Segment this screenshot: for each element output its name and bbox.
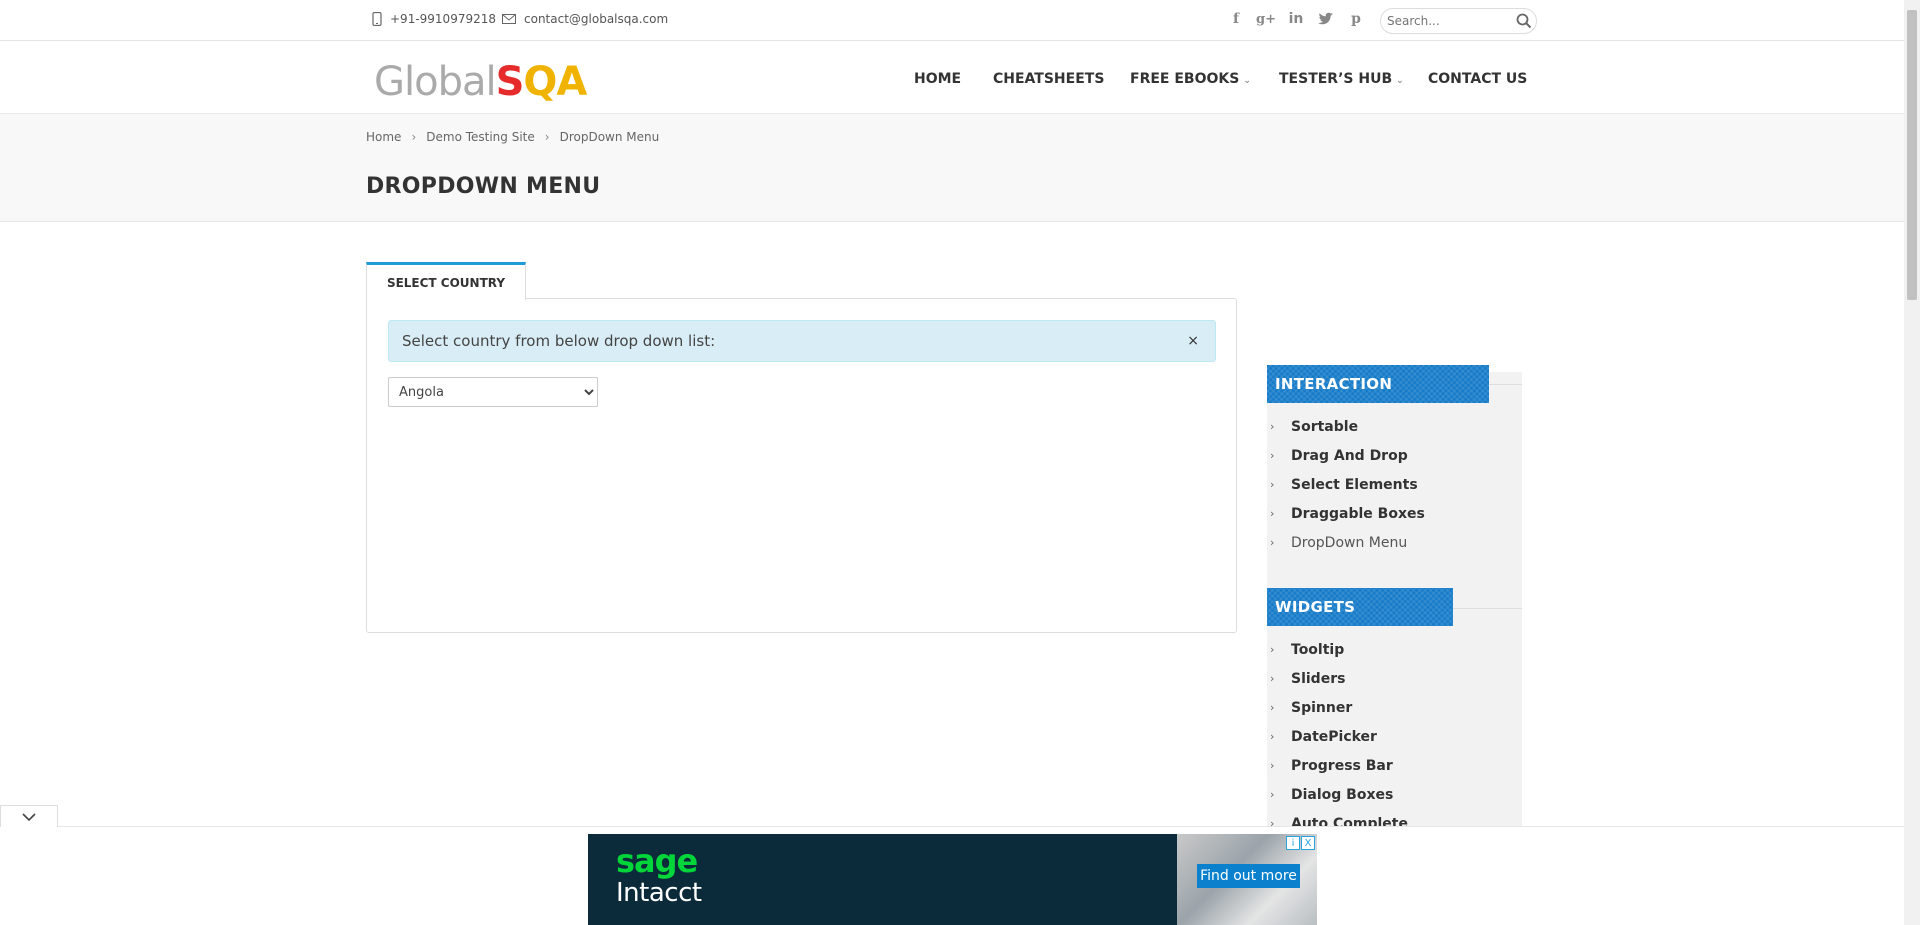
- sidebar-item-label: Drag And Drop: [1291, 447, 1408, 464]
- chevron-right-icon: ›: [1270, 730, 1275, 743]
- widget-title-widgets: WIDGETS: [1267, 588, 1453, 626]
- logo-global-text: Global: [374, 59, 497, 105]
- breadcrumb-separator: ›: [411, 130, 417, 144]
- sidebar-item-label: Dialog Boxes: [1291, 786, 1394, 803]
- nav-testers-hub[interactable]: TESTER’S HUB ⌄: [1279, 71, 1404, 87]
- chevron-right-icon: ›: [1270, 536, 1275, 549]
- nav-free-ebooks-label: FREE EBOOKS: [1130, 71, 1240, 87]
- email-contact[interactable]: contact@globalsqa.com: [502, 12, 668, 26]
- chevron-down-icon: [22, 812, 36, 821]
- chevron-right-icon: ›: [1270, 672, 1275, 685]
- sidebar-item-dialog-boxes[interactable]: › Dialog Boxes: [1270, 780, 1408, 809]
- sidebar-item-label: Sliders: [1291, 670, 1346, 687]
- sidebar-item-label: Select Elements: [1291, 476, 1418, 493]
- alert-text: Select country from below drop down list…: [402, 332, 716, 350]
- sidebar-item-label: Progress Bar: [1291, 757, 1393, 774]
- chevron-right-icon: ›: [1270, 701, 1275, 714]
- search-input[interactable]: [1387, 14, 1515, 28]
- linkedin-icon[interactable]: in: [1288, 10, 1304, 28]
- chevron-down-icon: ⌄: [1396, 76, 1404, 86]
- logo-qa-text: QA: [523, 59, 587, 105]
- sidebar-item-label: Draggable Boxes: [1291, 505, 1425, 522]
- nav-home[interactable]: HOME: [914, 71, 961, 87]
- top-bar: +91-9910979218 contact@globalsqa.com f g…: [0, 0, 1904, 41]
- interaction-list: › Sortable › Drag And Drop › Select Element…: [1270, 412, 1425, 557]
- ad-close-icon[interactable]: X: [1301, 836, 1315, 850]
- ad-info-icon[interactable]: i: [1286, 836, 1300, 850]
- find-out-more-button[interactable]: Find out more: [1197, 864, 1300, 888]
- sidebar-item-label: DatePicker: [1291, 728, 1377, 745]
- tab-panel: Select country from below drop down list…: [366, 298, 1237, 633]
- phone-number: +91-9910979218: [390, 12, 497, 26]
- breadcrumb-separator: ›: [544, 130, 550, 144]
- chevron-right-icon: ›: [1270, 478, 1275, 491]
- search-icon[interactable]: [1515, 12, 1533, 30]
- close-icon[interactable]: ×: [1187, 333, 1199, 349]
- logo-s-text: S: [495, 59, 525, 105]
- chevron-right-icon: ›: [1270, 420, 1275, 433]
- sidebar-item-tooltip[interactable]: › Tooltip: [1270, 635, 1408, 664]
- sidebar-item-select-elements[interactable]: › Select Elements: [1270, 470, 1425, 499]
- google-plus-icon[interactable]: g+: [1256, 10, 1276, 28]
- sidebar-item-progress-bar[interactable]: › Progress Bar: [1270, 751, 1408, 780]
- ad-product: Intacct: [616, 878, 702, 908]
- breadcrumb-current: DropDown Menu: [559, 130, 660, 144]
- email-address[interactable]: contact@globalsqa.com: [524, 12, 668, 26]
- sage-intacct-ad[interactable]: sage Intacct Find out more i X: [588, 834, 1317, 925]
- sidebar-item-datepicker[interactable]: › DatePicker: [1270, 722, 1408, 751]
- nav-free-ebooks[interactable]: FREE EBOOKS ⌄: [1130, 71, 1251, 87]
- sidebar-item-label: DropDown Menu: [1291, 534, 1408, 551]
- globalsqa-logo[interactable]: GlobalSQA: [374, 59, 587, 105]
- ad-collapse-toggle[interactable]: [0, 805, 58, 827]
- ad-brand: sage: [616, 842, 698, 880]
- sidebar-item-dropdown-menu[interactable]: › DropDown Menu: [1270, 528, 1425, 557]
- social-links: f g+ in p: [1228, 10, 1364, 28]
- sidebar-item-draggable-boxes[interactable]: › Draggable Boxes: [1270, 499, 1425, 528]
- country-dropdown[interactable]: Angola: [388, 377, 598, 407]
- divider: [1488, 384, 1522, 385]
- breadcrumb: Home › Demo Testing Site › DropDown Menu: [366, 130, 659, 144]
- facebook-icon[interactable]: f: [1228, 10, 1244, 28]
- chevron-right-icon: ›: [1270, 507, 1275, 520]
- chevron-down-icon: ⌄: [1243, 76, 1251, 86]
- divider: [1452, 608, 1522, 609]
- page-header-band: Home › Demo Testing Site › DropDown Menu…: [0, 114, 1904, 222]
- sidebar-item-sliders[interactable]: › Sliders: [1270, 664, 1408, 693]
- pinterest-icon[interactable]: p: [1348, 10, 1364, 28]
- chevron-right-icon: ›: [1270, 788, 1275, 801]
- nav-contact-us[interactable]: CONTACT US: [1428, 71, 1527, 87]
- nav-cheatsheets[interactable]: CHEATSHEETS: [993, 71, 1104, 87]
- envelope-icon: [502, 14, 516, 24]
- widget-title-interaction: INTERACTION: [1267, 365, 1489, 403]
- sidebar-item-label: Sortable: [1291, 418, 1359, 435]
- nav-testers-hub-label: TESTER’S HUB: [1279, 71, 1393, 87]
- phone-icon: [372, 12, 382, 26]
- page-title: DROPDOWN MENU: [366, 174, 601, 199]
- scrollbar-thumb[interactable]: [1907, 10, 1917, 300]
- site-header: GlobalSQA HOME CHEATSHEETS FREE EBOOKS ⌄ …: [0, 41, 1904, 114]
- ad-choices: i X: [1286, 836, 1316, 852]
- breadcrumb-demo-testing-site[interactable]: Demo Testing Site: [426, 130, 535, 144]
- chevron-right-icon: ›: [1270, 643, 1275, 656]
- widgets-list: › Tooltip › Sliders › Spinner › DatePicker ›…: [1270, 635, 1408, 838]
- tab-select-country[interactable]: SELECT COUNTRY: [366, 262, 526, 300]
- sidebar-item-spinner[interactable]: › Spinner: [1270, 693, 1408, 722]
- sidebar-item-drag-and-drop[interactable]: › Drag And Drop: [1270, 441, 1425, 470]
- twitter-icon[interactable]: [1318, 10, 1334, 28]
- sidebar-item-sortable[interactable]: › Sortable: [1270, 412, 1425, 441]
- sidebar-item-label: Spinner: [1291, 699, 1353, 716]
- info-alert: Select country from below drop down list…: [388, 320, 1216, 362]
- chevron-right-icon: ›: [1270, 449, 1275, 462]
- sidebar-item-label: Tooltip: [1291, 641, 1345, 658]
- breadcrumb-home[interactable]: Home: [366, 130, 401, 144]
- page-scrollbar[interactable]: [1904, 0, 1920, 925]
- search-box: [1380, 8, 1537, 34]
- phone-contact: +91-9910979218: [372, 12, 496, 26]
- chevron-right-icon: ›: [1270, 759, 1275, 772]
